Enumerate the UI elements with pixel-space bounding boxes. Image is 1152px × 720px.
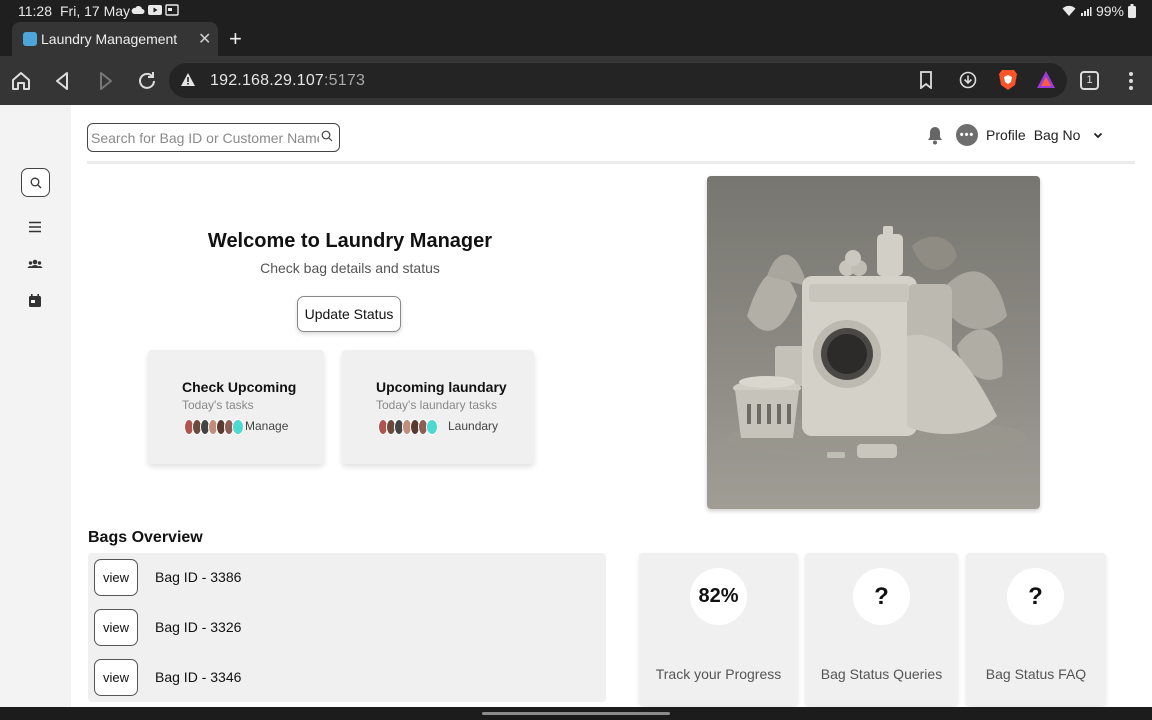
check-upcoming-card[interactable]: Check Upcoming Today's tasks Manage [148, 350, 324, 464]
queries-icon: ? [853, 568, 910, 625]
bookmark-icon[interactable] [918, 71, 934, 89]
back-icon[interactable] [52, 70, 74, 92]
view-bag-button[interactable]: view [94, 559, 138, 596]
card-subtitle: Today's laundary tasks [376, 398, 498, 412]
close-tab-icon[interactable]: ✕ [198, 29, 211, 49]
stat-label: Bag Status Queries [820, 666, 943, 682]
search-icon[interactable] [321, 130, 333, 142]
card-title: Check Upcoming [182, 379, 297, 395]
brave-rewards-icon[interactable] [1036, 70, 1056, 90]
home-icon[interactable] [10, 70, 32, 92]
notification-icons [131, 4, 179, 16]
calendar-icon[interactable] [27, 293, 43, 309]
brave-shield-icon[interactable] [998, 68, 1018, 92]
bag-status-faq-card[interactable]: ? Bag Status FAQ [966, 553, 1106, 705]
not-secure-warning-icon[interactable] [181, 73, 195, 86]
bags-overview-list: view Bag ID - 3386 view Bag ID - 3326 vi… [88, 553, 606, 702]
system-status-bar: 11:28 Fri, 17 May 99% [0, 0, 1152, 22]
new-tab-button[interactable]: + [229, 26, 242, 52]
signal-icon [1080, 7, 1092, 16]
battery-percentage: 99% [1095, 3, 1124, 19]
url-text[interactable]: 192.168.29.107:5173 [210, 72, 365, 90]
browser-toolbar: 192.168.29.107:5173 1 [0, 56, 1152, 105]
notification-bell-icon[interactable] [926, 125, 944, 145]
reload-icon[interactable] [136, 70, 158, 92]
progress-value: 82% [690, 568, 747, 625]
faq-icon: ? [1007, 568, 1064, 625]
system-navigation-bar [0, 707, 1152, 720]
avatar [232, 419, 244, 435]
profile-link[interactable]: Profile [986, 127, 1026, 143]
wifi-icon [1062, 5, 1076, 16]
tab-title: Laundry Management [41, 31, 178, 47]
sidebar [0, 105, 71, 707]
address-bar[interactable]: 192.168.29.107:5173 [169, 63, 1067, 98]
chevron-down-icon[interactable] [1092, 129, 1104, 141]
url-host: 192.168.29.107 [210, 72, 325, 89]
header-divider [87, 161, 1135, 164]
washing-machine-illustration [727, 226, 1027, 460]
users-icon[interactable] [27, 256, 43, 272]
youtube-icon [148, 5, 162, 15]
avatar-group [184, 419, 244, 435]
menu-icon[interactable] [27, 219, 43, 235]
search-icon [30, 177, 41, 188]
date: Fri, 17 May [60, 3, 131, 19]
view-bag-button[interactable]: view [94, 659, 138, 696]
page-subtitle: Check bag details and status [260, 260, 440, 276]
upcoming-laundary-card[interactable]: Upcoming laundary Today's laundary tasks… [342, 350, 534, 464]
stat-label: Track your Progress [655, 666, 782, 682]
forward-icon[interactable] [94, 70, 116, 92]
bags-overview-heading: Bags Overview [88, 529, 203, 546]
system-indicators: 99% [1062, 3, 1136, 19]
view-bag-button[interactable]: view [94, 609, 138, 646]
laundary-link[interactable]: Laundary [448, 419, 498, 433]
bag-id-label: Bag ID - 3346 [155, 669, 242, 685]
bag-id-label: Bag ID - 3326 [155, 619, 242, 635]
url-port: :5173 [324, 72, 366, 89]
browser-tab[interactable]: Laundry Management ✕ [12, 22, 218, 56]
favicon-icon [23, 32, 37, 46]
clock: 11:28 [18, 3, 52, 19]
page-title: Welcome to Laundry Manager [207, 230, 493, 252]
tab-switcher-button[interactable]: 1 [1080, 71, 1099, 90]
download-icon[interactable] [959, 71, 977, 89]
home-gesture-handle[interactable] [482, 712, 670, 715]
header-actions: ••• Profile Bag No [926, 123, 1104, 147]
laundry-app: ••• Profile Bag No Welcome to Laundry Ma… [0, 105, 1152, 707]
bag-id-label: Bag ID - 3386 [155, 569, 242, 585]
stat-label: Bag Status FAQ [985, 666, 1087, 682]
avatar [426, 419, 438, 435]
calendar-icon [165, 4, 179, 16]
more-menu-icon[interactable] [1124, 70, 1138, 92]
bag-status-queries-card[interactable]: ? Bag Status Queries [805, 553, 958, 705]
card-title: Upcoming laundary [376, 379, 507, 395]
cloud-icon [131, 6, 145, 14]
washing-machine-hero-image [707, 176, 1040, 509]
sidebar-search-button[interactable] [21, 168, 50, 197]
bag-no-dropdown-label[interactable]: Bag No [1034, 127, 1081, 143]
track-progress-card[interactable]: 82% Track your Progress [639, 553, 798, 705]
search-bar[interactable] [87, 123, 340, 152]
battery-icon [1128, 4, 1136, 18]
avatar-group [378, 419, 438, 435]
browser-tab-strip: Laundry Management ✕ + [0, 22, 1152, 56]
card-subtitle: Today's tasks [182, 398, 254, 412]
search-input[interactable] [91, 127, 319, 148]
manage-link[interactable]: Manage [245, 419, 288, 433]
update-status-button[interactable]: Update Status [297, 296, 401, 332]
messages-icon[interactable]: ••• [956, 124, 978, 146]
